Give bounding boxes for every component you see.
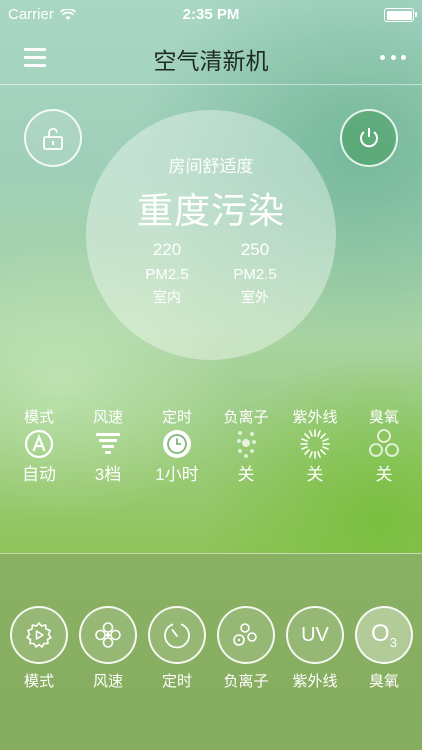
timer-button[interactable] — [148, 606, 206, 664]
anion-icon — [237, 431, 256, 458]
status-fan-label: 风速 — [92, 409, 123, 426]
status-mode-label: 模式 — [23, 409, 54, 426]
status-bar: Carrier 2:35 PM — [0, 0, 422, 30]
status-fan-speed: 风速 3档 — [73, 406, 143, 485]
status-fan-value: 3档 — [94, 465, 122, 484]
clock-time: 2:35 PM — [182, 6, 240, 23]
control-mode-label: 模式 — [23, 673, 54, 690]
control-anion-label: 负离子 — [223, 673, 269, 690]
control-anion: 负离子 — [216, 606, 276, 691]
status-timer-label: 定时 — [161, 409, 192, 426]
clock-icon — [163, 430, 191, 458]
comfort-label: 房间舒适度 — [168, 157, 254, 176]
fan-speed-button[interactable] — [79, 606, 137, 664]
nav-bar: 空气清新机 — [0, 30, 422, 85]
uv-button[interactable]: UV — [286, 606, 344, 664]
status-ozone: 臭氧 关 — [349, 406, 419, 485]
control-mode: 模式 — [9, 606, 69, 691]
uv-text-icon: UV — [301, 623, 329, 646]
anion-button[interactable] — [217, 606, 275, 664]
outdoor-label: 室外 — [241, 289, 269, 305]
more-button[interactable] — [380, 44, 406, 70]
status-ozone-label: 臭氧 — [368, 409, 399, 426]
indoor-label: 室内 — [153, 289, 181, 305]
pollution-status: 重度污染 — [136, 190, 285, 231]
status-anion: 负离子 关 — [211, 406, 281, 485]
control-ozone-label: 臭氧 — [368, 673, 399, 690]
status-timer-value: 1小时 — [155, 465, 199, 484]
auto-mode-icon — [24, 429, 54, 459]
status-uv-label: 紫外线 — [292, 409, 338, 426]
ozone-letter: O — [371, 620, 390, 648]
control-uv-label: 紫外线 — [292, 673, 338, 690]
ozone-text-icon: O3 — [371, 620, 397, 650]
control-timer: 定时 — [147, 606, 207, 691]
status-anion-label: 负离子 — [223, 409, 269, 426]
timer-icon — [164, 623, 190, 649]
power-button[interactable] — [340, 109, 398, 167]
fan-icon — [95, 622, 121, 648]
outdoor-pm-value: 250 — [240, 240, 270, 259]
mode-button[interactable] — [10, 606, 68, 664]
ozone-subscript: 3 — [389, 634, 397, 650]
control-timer-label: 定时 — [161, 673, 192, 690]
unlock-icon — [43, 127, 63, 150]
uv-icon — [300, 429, 330, 459]
status-timer: 定时 1小时 — [142, 406, 212, 485]
ozone-button[interactable]: O3 — [355, 606, 413, 664]
page-title: 空气清新机 — [153, 48, 269, 74]
indoor-pm: 220 PM2.5 室内 — [127, 240, 207, 307]
status-ozone-value: 关 — [375, 465, 393, 484]
status-mode: 模式 自动 — [4, 406, 74, 485]
outdoor-pm: 250 PM2.5 室外 — [215, 240, 295, 307]
control-uv: UV 紫外线 — [285, 606, 345, 691]
indoor-pm-value: 220 — [152, 240, 182, 259]
fan-speed-icon — [96, 433, 120, 454]
anion-icon — [233, 623, 257, 646]
outdoor-pm-unit: PM2.5 — [233, 266, 277, 283]
power-icon — [360, 128, 378, 148]
mode-gear-icon — [26, 622, 52, 648]
dot — [390, 54, 396, 60]
ozone-icon — [369, 429, 399, 457]
status-anion-value: 关 — [237, 465, 255, 484]
control-fan: 风速 — [78, 606, 138, 691]
dot — [380, 54, 385, 60]
control-fan-label: 风速 — [92, 673, 123, 690]
status-uv: 紫外线 关 — [280, 406, 350, 485]
control-ozone: O3 臭氧 — [354, 606, 414, 691]
unlock-button[interactable] — [24, 109, 82, 167]
comfort-display: 房间舒适度 重度污染 220 PM2.5 室内 250 PM2.5 室外 — [86, 110, 336, 360]
indoor-pm-unit: PM2.5 — [145, 266, 189, 283]
status-uv-value: 关 — [306, 465, 324, 484]
battery-icon — [384, 8, 417, 22]
status-mode-value: 自动 — [22, 465, 56, 484]
dot — [401, 54, 406, 60]
